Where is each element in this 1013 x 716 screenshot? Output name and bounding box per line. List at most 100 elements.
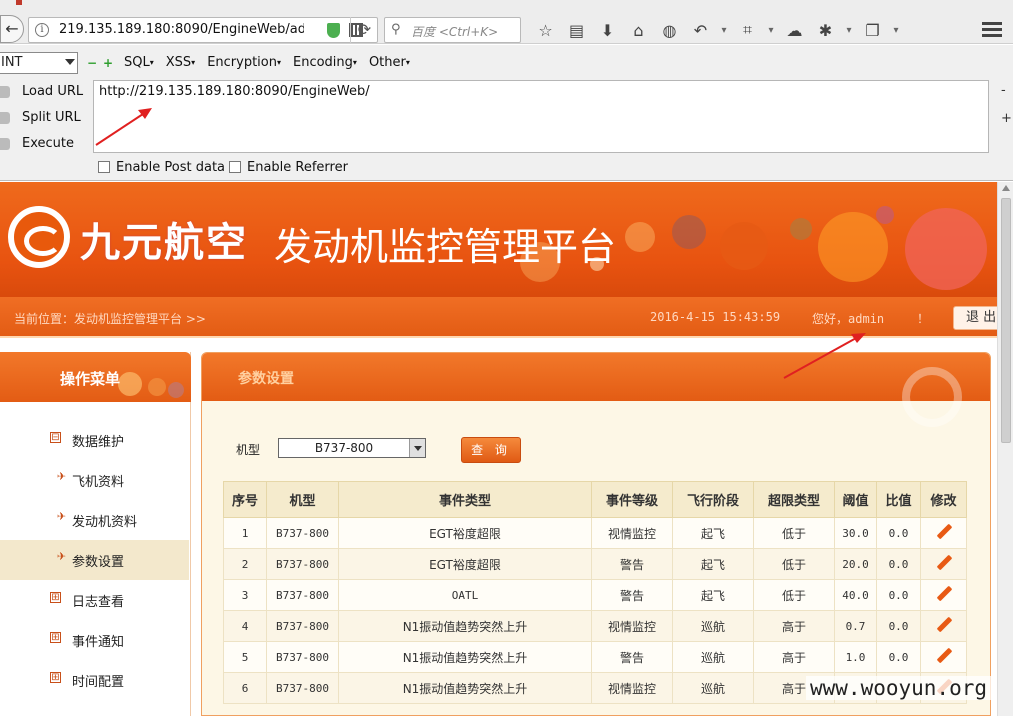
query-button[interactable]: 查 询 [461, 437, 521, 463]
expand-button[interactable]: + [1001, 111, 1012, 126]
chevron-down-icon[interactable]: ▾ [841, 25, 857, 36]
enable-referrer-checkbox[interactable]: Enable Referrer [229, 160, 348, 175]
menu-item-parameter-settings[interactable]: ✈ 参数设置 [0, 540, 189, 580]
execute-icon [0, 138, 10, 150]
download-icon[interactable]: ⬇ [592, 21, 623, 40]
type-select[interactable]: INT [0, 52, 78, 74]
decor-bubble [672, 215, 706, 249]
hackbar-panel: INT − + SQL▾ XSS▾ Encryption▾ Encoding▾ … [0, 45, 1013, 181]
panel-header: 参数设置 [202, 353, 990, 427]
edit-cell [920, 548, 967, 580]
collapse-icon: ⊟ [50, 432, 61, 443]
xss-menu[interactable]: XSS▾ [166, 55, 195, 70]
edit-cell [920, 641, 967, 673]
reading-list-icon[interactable]: ▤ [561, 21, 592, 40]
chevron-down-icon [409, 439, 425, 457]
back-arrow-icon: ← [5, 19, 19, 38]
airline-logo-icon [8, 206, 70, 268]
chevron-down-icon[interactable]: ▾ [763, 25, 779, 36]
address-bar[interactable]: i 219.135.189.180:8090/EngineWeb/adı [28, 17, 378, 43]
reload-button[interactable]: ⟳ [350, 17, 378, 43]
page-scrollbar[interactable] [997, 182, 1013, 716]
col-header-event-level: 事件等级 [591, 481, 673, 518]
status-bar: 当前位置：发动机监控管理平台 >> 2016-4-15 15:43:59 您好，… [0, 297, 997, 338]
edit-pencil-icon[interactable] [936, 524, 952, 540]
split-url-button[interactable]: Split URL [0, 109, 90, 129]
other-menu[interactable]: Other▾ [369, 55, 410, 70]
plus-icon[interactable]: + [103, 57, 113, 69]
encoding-menu[interactable]: Encoding▾ [293, 55, 357, 70]
back-button[interactable]: ← [0, 15, 24, 43]
col-header-threshold: 阈值 [834, 481, 877, 518]
search-placeholder: 百度 <Ctrl+K> [411, 25, 499, 39]
bookmark-star-icon[interactable]: ☆ [530, 21, 561, 40]
menu-item-engine-info[interactable]: ✈ 发动机资料 [0, 500, 189, 540]
minus-icon[interactable]: − [87, 57, 97, 69]
decor-bubble [818, 212, 888, 282]
hackbar-menus: SQL▾ XSS▾ Encryption▾ Encoding▾ Other▾ [124, 55, 410, 70]
model-select-value: B737-800 [314, 441, 374, 455]
globe-icon[interactable]: ◍ [654, 21, 685, 40]
col-header-limit-type: 超限类型 [753, 481, 835, 518]
undo-icon[interactable]: ↶ [685, 21, 716, 40]
scroll-thumb[interactable] [1001, 198, 1011, 443]
info-icon[interactable]: i [35, 23, 49, 37]
home-icon[interactable]: ⌂ [623, 21, 654, 40]
enable-post-checkbox[interactable]: Enable Post data [98, 160, 225, 175]
shield-icon[interactable] [327, 23, 340, 38]
decor-bubble [118, 372, 142, 396]
expand-icon: ⊞ [50, 592, 61, 603]
menu-item-event-notice[interactable]: ⊞ 事件通知 [0, 620, 189, 660]
chevron-down-icon[interactable]: ▾ [888, 25, 904, 36]
edit-pencil-icon[interactable] [936, 617, 952, 633]
parameter-table: 序号 机型 事件类型 事件等级 飞行阶段 超限类型 阈值 比值 修改 1 B737… [223, 481, 967, 704]
menu-header: 操作菜单 [0, 352, 191, 402]
menu-item-time-config[interactable]: ⊞ 时间配置 [0, 660, 189, 700]
logout-button[interactable]: 退 出 [953, 306, 997, 330]
airplane-icon: ✈ [56, 470, 67, 483]
copy-icon[interactable]: ❐ [857, 21, 888, 40]
decor-logo-icon [902, 367, 962, 427]
username: admin [848, 312, 885, 326]
address-text[interactable]: 219.135.189.180:8090/EngineWeb/adı [59, 22, 304, 37]
breadcrumb: 当前位置：发动机监控管理平台 >> [14, 312, 206, 326]
encryption-menu[interactable]: Encryption▾ [207, 55, 281, 70]
operation-menu: 操作菜单 ⊟ 数据维护 ✈ 飞机资料 ✈ 发动机资料 ✈ 参数设置 ⊞ 日志查看 ⊞ 事件通… [0, 352, 191, 716]
edit-pencil-icon[interactable] [936, 555, 952, 571]
menu-item-aircraft-info[interactable]: ✈ 飞机资料 [0, 460, 189, 500]
col-header-event-type: 事件类型 [338, 481, 592, 518]
current-datetime: 2016-4-15 15:43:59 [650, 310, 781, 324]
execute-button[interactable]: Execute [0, 135, 90, 155]
menu-hamburger-icon[interactable] [982, 19, 1002, 39]
crop-icon[interactable]: ⌗ [732, 20, 763, 40]
shrink-button[interactable]: - [1001, 83, 1006, 98]
airline-logo-text: 九元航空 [80, 220, 248, 266]
search-box[interactable]: ⚲ 百度 <Ctrl+K> [384, 17, 521, 43]
search-icon: ⚲ [391, 22, 401, 37]
load-url-icon [0, 86, 10, 98]
scroll-up-icon[interactable] [1002, 185, 1010, 191]
chat-icon[interactable]: ☁ [779, 21, 810, 40]
browser-tool-icons: ☆ ▤ ⬇ ⌂ ◍ ↶ ▾ ⌗ ▾ ☁ ✱ ▾ ❐ ▾ [530, 17, 904, 43]
menu-item-log-view[interactable]: ⊞ 日志查看 [0, 580, 189, 620]
tab-favicon [16, 0, 22, 5]
table-row: 1 B737-800 EGT裕度超限 视情监控 起飞 低于 30.0 0.0 [223, 517, 967, 549]
bug-icon[interactable]: ✱ [810, 21, 841, 40]
edit-pencil-icon[interactable] [936, 648, 952, 664]
hackbar-url-textarea[interactable]: http://219.135.189.180:8090/EngineWeb/ [93, 80, 989, 153]
chevron-down-icon [65, 59, 75, 65]
watermark: www.wooyun.org [806, 676, 992, 700]
greeting-suffix: ！ [917, 312, 930, 326]
decor-bubble [790, 218, 812, 240]
menu-item-data-maintenance[interactable]: ⊟ 数据维护 [0, 420, 189, 460]
chevron-down-icon[interactable]: ▾ [716, 25, 732, 36]
model-select[interactable]: B737-800 [278, 438, 426, 458]
table-row: 2 B737-800 EGT裕度超限 警告 起飞 低于 20.0 0.0 [223, 548, 967, 580]
load-url-button[interactable]: Load URL [0, 83, 90, 103]
model-label: 机型 [236, 443, 261, 457]
col-header-edit: 修改 [920, 481, 967, 518]
col-header-ratio: 比值 [876, 481, 921, 518]
checkbox-icon [98, 161, 110, 173]
sql-menu[interactable]: SQL▾ [124, 55, 154, 70]
edit-pencil-icon[interactable] [936, 586, 952, 602]
